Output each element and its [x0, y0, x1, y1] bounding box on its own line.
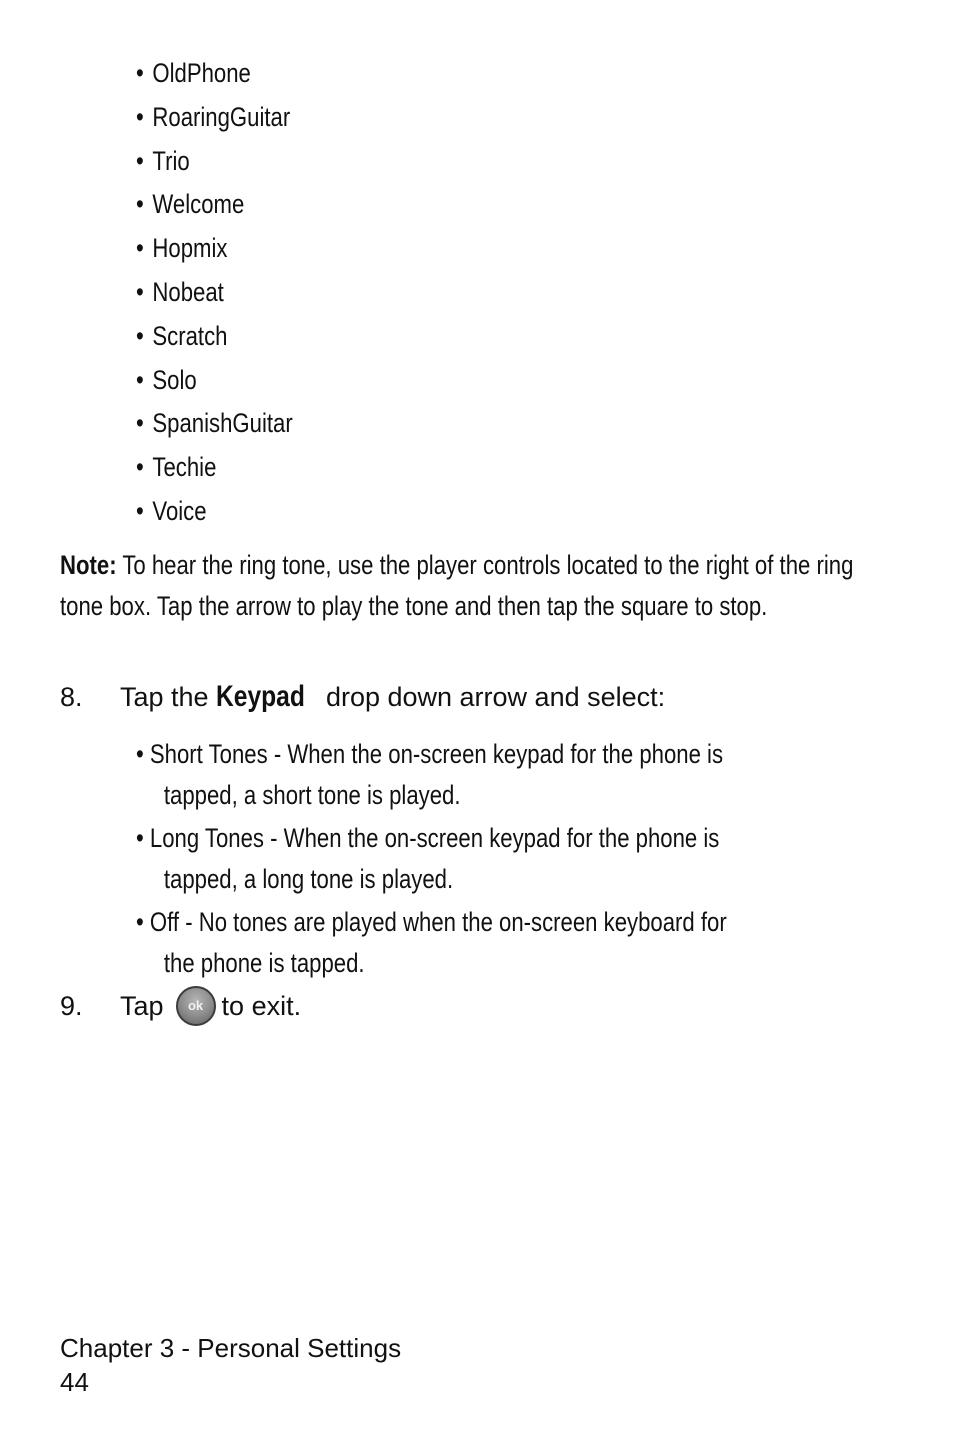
- list-item: • Techie: [136, 446, 293, 490]
- list-item: • Scratch: [136, 315, 293, 359]
- bullet: •: [136, 495, 144, 526]
- list-item: • Nobeat: [136, 271, 293, 315]
- step-number: 8.: [60, 682, 83, 712]
- bullet: •: [136, 276, 144, 307]
- chapter-title: Chapter 3 - Personal Settings: [60, 1333, 402, 1363]
- list-item: • Welcome: [136, 183, 293, 227]
- bullet: •: [136, 452, 144, 483]
- step-9: 9. Tap ok to exit.: [60, 986, 301, 1028]
- list-item: • Solo: [136, 359, 293, 403]
- list-item: • Voice: [136, 490, 293, 534]
- page-footer: Chapter 3 - Personal Settings 44: [60, 1331, 401, 1399]
- note-text: To hear the ring tone, use the player co…: [60, 550, 854, 621]
- bullet: •: [136, 145, 144, 176]
- ringtone-list: • OldPhone • RoaringGuitar • Trio • Welcome …: [136, 52, 327, 534]
- page-number: 44: [60, 1367, 89, 1397]
- bullet: •: [136, 364, 144, 395]
- list-item: • Trio: [136, 140, 293, 184]
- step-8: 8. Tap the Keypad drop down arrow and sel…: [60, 680, 666, 713]
- list-item: • RoaringGuitar: [136, 96, 293, 140]
- option-long-tones: • Long Tones - When the on-screen keypad…: [136, 823, 720, 894]
- ok-button-icon: ok: [175, 986, 216, 1026]
- list-item: • OldPhone: [136, 52, 293, 96]
- step-number: 9.: [60, 991, 83, 1022]
- bullet: •: [136, 189, 144, 220]
- keypad-keyword: Keypad: [216, 680, 305, 713]
- list-item: • Hopmix: [136, 227, 293, 271]
- bullet: •: [136, 320, 144, 351]
- note-paragraph: Note: To hear the ring tone, use the pla…: [60, 545, 888, 626]
- option-off: • Off - No tones are played when the on-…: [136, 907, 727, 978]
- bullet: •: [136, 233, 144, 264]
- list-item: • SpanishGuitar: [136, 402, 293, 446]
- bullet: •: [136, 101, 144, 132]
- note-label: Note:: [60, 550, 117, 580]
- bullet: •: [136, 58, 144, 88]
- bullet: •: [136, 408, 144, 439]
- option-short-tones: • Short Tones - When the on-screen keypa…: [136, 739, 724, 810]
